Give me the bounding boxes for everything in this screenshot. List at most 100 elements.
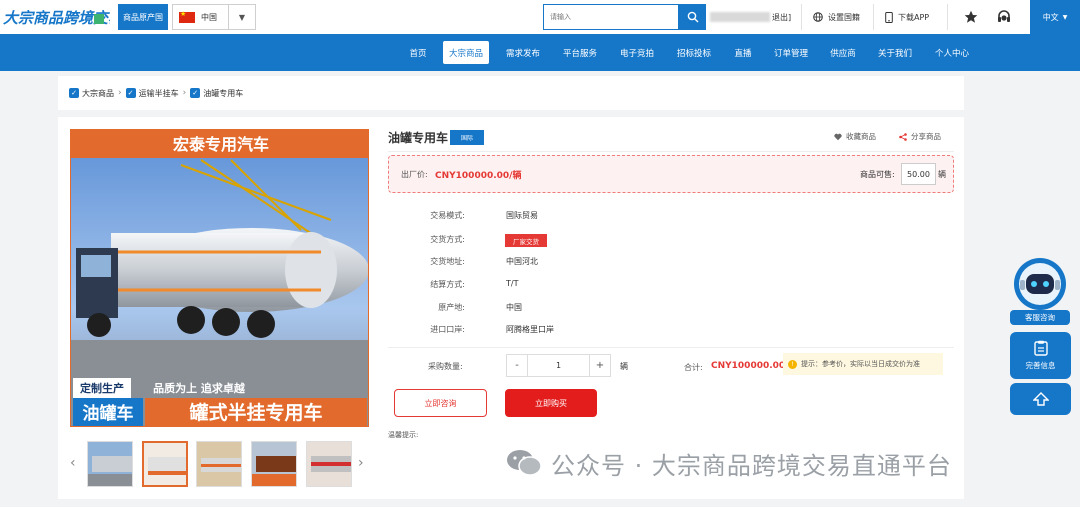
attr-label-delivery-address: 交货地址: (430, 257, 465, 266)
search-input[interactable] (543, 4, 679, 30)
total-label: 合计: (684, 363, 703, 372)
share-icon (899, 132, 907, 141)
chevron-left-icon[interactable]: ‹ (70, 455, 76, 471)
price-tip-text: 提示：参考价，实际以当日成交价为准 (801, 360, 920, 368)
search-button[interactable] (679, 4, 706, 30)
breadcrumb-label: 运输半挂车 (138, 88, 179, 98)
username-blurred (710, 12, 770, 22)
quantity-label: 采购数量: (428, 362, 463, 371)
nav-item-profile[interactable]: 个人中心 (931, 41, 973, 64)
nav-item-home[interactable]: 首页 (404, 41, 432, 64)
globe-icon (813, 12, 823, 22)
product-title: 油罐专用车 (388, 131, 449, 145)
chevron-down-icon[interactable]: ▼ (228, 5, 255, 29)
site-logo[interactable]: 大宗商品跨境交易 (2, 4, 124, 30)
attr-label-delivery-method: 交货方式: (430, 235, 465, 244)
nav-item-live[interactable]: 直播 (729, 41, 757, 64)
watermark-text: 公众号 · 大宗商品跨境交易直通平台 (551, 451, 952, 480)
attr-label-origin: 原产地: (438, 303, 465, 312)
quantity-input[interactable]: 1 (528, 354, 589, 377)
stock-unit: 辆 (938, 170, 946, 179)
quantity-increase-button[interactable]: + (589, 354, 611, 377)
divider (388, 151, 954, 152)
thumbnail[interactable] (87, 441, 133, 487)
share-button[interactable]: 分享商品 (899, 131, 941, 142)
download-app-label: 下载APP (898, 12, 930, 22)
breadcrumb-label: 大宗商品 (82, 88, 114, 98)
breadcrumb-item[interactable]: ✓ 大宗商品 (69, 88, 114, 99)
attr-value-trade-mode: 国际贸易 (506, 211, 538, 220)
star-icon[interactable] (964, 10, 978, 24)
check-icon: ✓ (190, 88, 201, 98)
user-account[interactable]: 退出] (706, 4, 802, 30)
thumbnail[interactable] (142, 441, 188, 487)
stock-label: 商品可售: (860, 170, 895, 179)
quantity-decrease-button[interactable]: - (506, 354, 528, 377)
image-big-title: 罐式半挂专用车 (188, 401, 322, 424)
thumbnail[interactable] (306, 441, 352, 487)
language-label: 中文 (1042, 12, 1059, 22)
chevron-right-icon[interactable]: › (358, 455, 364, 471)
breadcrumb-label: 油罐专用车 (203, 88, 244, 98)
top-bar: 大宗商品跨境交易 商品原产国 中国 ▼ 退出] 设置国籍 下载APP (0, 0, 1080, 34)
check-icon: ✓ (69, 88, 79, 98)
favorite-label: 收藏商品 (846, 132, 876, 141)
image-tag-tanker: 油罐车 (83, 403, 134, 424)
price-panel: 出厂价: CNY100000.00/辆 商品可售: 50.00 辆 (388, 155, 954, 193)
thumbnail[interactable] (196, 441, 242, 487)
phone-icon (885, 11, 893, 23)
buy-now-button[interactable]: 立即购买 (505, 389, 597, 417)
thumbnail[interactable] (251, 441, 297, 487)
warm-tip-label: 温馨提示: (388, 431, 419, 439)
service-chat-button[interactable]: 客服咨询 (1010, 310, 1070, 325)
attr-value-delivery-address: 中国河北 (506, 257, 538, 266)
price-label: 出厂价: (401, 170, 428, 179)
thumbnail-strip: ‹ › (70, 441, 369, 487)
product-main-image[interactable]: 宏泰专用汽车 定制生产 油罐车 品质为上 追求卓越 罐式半挂专用车 (70, 129, 369, 427)
consult-button[interactable]: 立即咨询 (394, 389, 487, 417)
nav-item-commodities[interactable]: 大宗商品 (443, 41, 489, 64)
nav-item-demand[interactable]: 需求发布 (502, 41, 544, 64)
international-badge: 国际 (450, 130, 484, 145)
complete-info-button[interactable]: 完善信息 (1010, 332, 1071, 379)
favorite-button[interactable]: 收藏商品 (834, 131, 876, 142)
download-app-button[interactable]: 下载APP (882, 4, 948, 30)
check-icon: ✓ (125, 88, 136, 98)
attr-value-port: 阿腾格里口岸 (506, 325, 554, 334)
price-tip: ! 提示：参考价，实际以当日成交价为准 (783, 353, 943, 375)
clipboard-icon (1033, 340, 1048, 356)
attr-label-settlement: 结算方式: (430, 280, 465, 289)
set-country-button[interactable]: 设置国籍 (810, 4, 874, 30)
info-icon: ! (788, 359, 797, 369)
breadcrumb: ✓ 大宗商品 › ✓ 运输半挂车 › ✓ 油罐专用车 (58, 76, 964, 110)
attr-label-trade-mode: 交易模式: (430, 211, 465, 220)
origin-country-button[interactable]: 商品原产国 (118, 4, 168, 30)
nav-item-services[interactable]: 平台服务 (559, 41, 601, 64)
set-country-label: 设置国籍 (828, 12, 860, 22)
nav-item-about[interactable]: 关于我们 (874, 41, 916, 64)
nav-item-orders[interactable]: 订单管理 (770, 41, 812, 64)
customer-service-icon[interactable] (996, 9, 1012, 25)
complete-info-label: 完善信息 (1025, 361, 1056, 370)
image-banner-text: 宏泰专用汽车 (173, 135, 269, 154)
back-to-top-button[interactable] (1010, 383, 1071, 415)
share-label: 分享商品 (911, 132, 941, 141)
nav-item-suppliers[interactable]: 供应商 (827, 41, 859, 64)
attr-value-origin: 中国 (506, 303, 522, 312)
nav-item-auction[interactable]: 电子竞拍 (616, 41, 658, 64)
attr-label-port: 进口口岸: (430, 325, 465, 334)
svg-text:大宗商品跨境交易: 大宗商品跨境交易 (3, 9, 110, 27)
breadcrumb-item[interactable]: ✓ 运输半挂车 (125, 88, 179, 99)
logout-link[interactable]: 退出] (772, 12, 791, 23)
stock-value: 50.00 (901, 163, 936, 185)
delivery-method-tag: 厂家交货 (505, 234, 547, 247)
nav-item-bidding[interactable]: 招标投标 (673, 41, 715, 64)
breadcrumb-item[interactable]: ✓ 油罐专用车 (190, 88, 243, 99)
divider (388, 347, 954, 348)
total-value: CNY100000.00 (711, 361, 786, 371)
language-switch[interactable]: 中文 ▼ (1030, 0, 1080, 34)
attr-value-settlement: T/T (506, 279, 519, 288)
heart-icon (834, 133, 842, 140)
country-select[interactable]: 中国 ▼ (172, 4, 256, 30)
image-slogan: 品质为上 追求卓越 (153, 381, 246, 395)
